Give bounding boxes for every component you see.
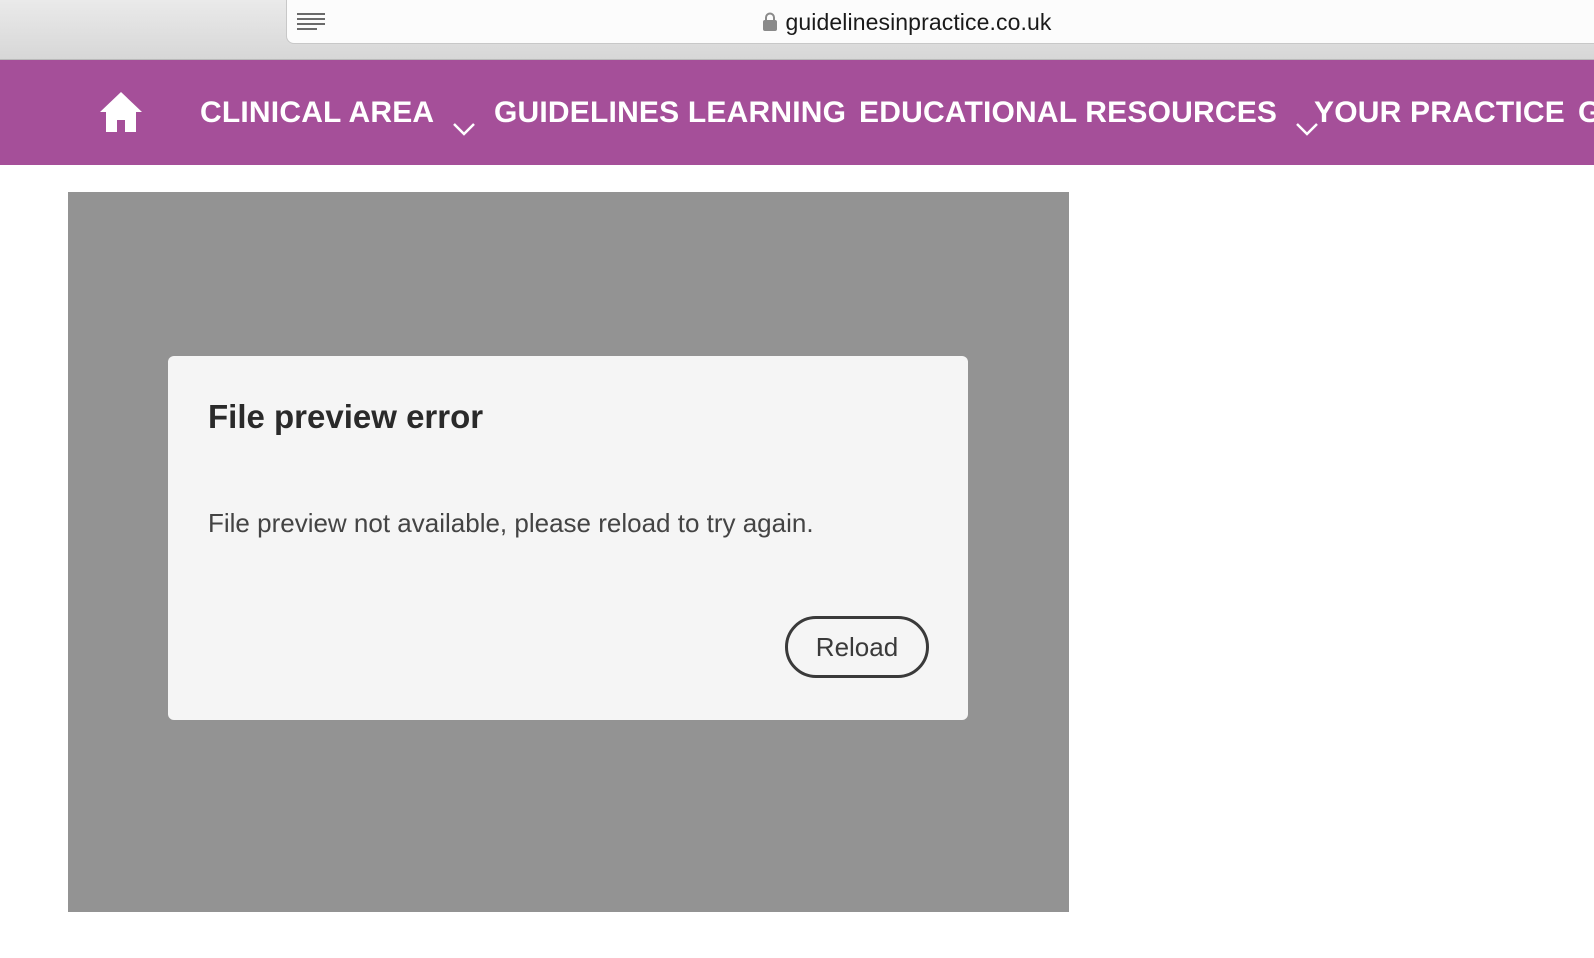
url-display: guidelinesinpractice.co.uk [287, 0, 1594, 44]
nav-item-label: G [1578, 95, 1594, 129]
dialog-message: File preview not available, please reloa… [208, 508, 814, 538]
main-navigation: CLINICAL AREA GUIDELINES LEARNING EDUCAT… [0, 60, 1594, 165]
nav-item-label: CLINICAL AREA [200, 95, 435, 129]
chevron-down-icon [452, 110, 476, 136]
reload-button[interactable]: Reload [785, 616, 929, 678]
nav-item-clinical-area[interactable]: CLINICAL AREA [200, 60, 476, 165]
nav-item-educational-resources[interactable]: EDUCATIONAL RESOURCES [859, 60, 1319, 165]
nav-item-label: EDUCATIONAL RESOURCES [859, 95, 1278, 129]
lock-icon [762, 12, 778, 32]
address-bar[interactable]: guidelinesinpractice.co.uk [286, 0, 1594, 44]
nav-item-truncated[interactable]: G [1578, 60, 1594, 165]
url-text: guidelinesinpractice.co.uk [785, 8, 1052, 35]
home-icon[interactable] [98, 90, 144, 134]
nav-item-label: YOUR PRACTICE [1314, 95, 1565, 129]
file-preview-panel: File preview error File preview not avai… [68, 192, 1069, 912]
browser-toolbar: guidelinesinpractice.co.uk [0, 0, 1594, 60]
nav-item-guidelines-learning[interactable]: GUIDELINES LEARNING [494, 60, 846, 165]
dialog-title: File preview error [208, 398, 484, 435]
nav-item-label: GUIDELINES LEARNING [494, 95, 847, 129]
nav-item-your-practice[interactable]: YOUR PRACTICE [1314, 60, 1565, 165]
error-dialog: File preview error File preview not avai… [168, 356, 968, 720]
